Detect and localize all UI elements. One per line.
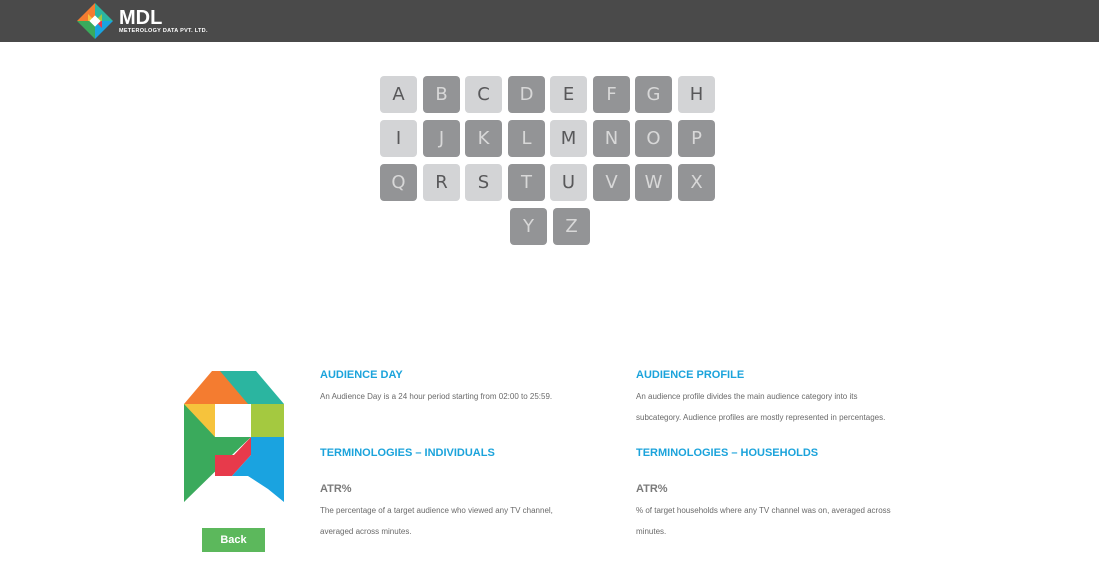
term-sub-individuals: ATR%	[320, 483, 352, 495]
letter-key-k[interactable]: K	[465, 120, 502, 157]
letter-key-q[interactable]: Q	[380, 164, 417, 201]
logo-subtitle: METEROLOGY DATA PVT. LTD.	[119, 27, 208, 34]
letter-key-s[interactable]: S	[465, 164, 502, 201]
letter-key-e[interactable]: E	[550, 76, 587, 113]
term-body-individuals-line1: The percentage of a target audience who …	[320, 506, 553, 515]
letter-key-u[interactable]: U	[550, 164, 587, 201]
letter-key-x[interactable]: X	[678, 164, 715, 201]
term-body-households-line2: minutes.	[636, 527, 667, 536]
letter-key-f[interactable]: F	[593, 76, 630, 113]
term-heading-households: TERMINOLOGIES – HOUSEHOLDS	[636, 447, 819, 459]
letter-key-h[interactable]: H	[678, 76, 715, 113]
letter-key-g[interactable]: G	[635, 76, 672, 113]
letter-key-a[interactable]: A	[380, 76, 417, 113]
back-button[interactable]: Back	[202, 528, 265, 552]
term-heading-audience-profile: AUDIENCE PROFILE	[636, 369, 745, 381]
logo-brand: MDL	[119, 6, 163, 29]
term-body-audience-profile-line1: An audience profile divides the main aud…	[636, 392, 858, 401]
mdl-logo[interactable]: MDL METEROLOGY DATA PVT. LTD.	[77, 3, 208, 39]
letter-key-p[interactable]: P	[678, 120, 715, 157]
term-sub-households: ATR%	[636, 483, 668, 495]
letter-a-illustration	[184, 371, 284, 502]
term-body-households-line1: % of target households where any TV chan…	[636, 506, 891, 515]
letter-key-o[interactable]: O	[635, 120, 672, 157]
letter-key-b[interactable]: B	[423, 76, 460, 113]
term-heading-individuals: TERMINOLOGIES – INDIVIDUALS	[320, 447, 495, 459]
term-body-individuals-line2: averaged across minutes.	[320, 527, 412, 536]
letter-key-i[interactable]: I	[380, 120, 417, 157]
term-heading-audience-day: AUDIENCE DAY	[320, 369, 403, 381]
letter-key-m[interactable]: M	[550, 120, 587, 157]
letter-key-l[interactable]: L	[508, 120, 545, 157]
term-body-audience-profile-line2: subcategory. Audience profiles are mostl…	[636, 413, 886, 422]
letter-key-w[interactable]: W	[635, 164, 672, 201]
letter-key-n[interactable]: N	[593, 120, 630, 157]
letter-key-j[interactable]: J	[423, 120, 460, 157]
term-body-audience-day: An Audience Day is a 24 hour period star…	[320, 392, 553, 401]
letter-key-y[interactable]: Y	[510, 208, 547, 245]
letter-key-v[interactable]: V	[593, 164, 630, 201]
top-header: MDL METEROLOGY DATA PVT. LTD.	[0, 0, 1099, 42]
letter-key-t[interactable]: T	[508, 164, 545, 201]
logo-text: MDL METEROLOGY DATA PVT. LTD.	[119, 8, 208, 35]
letter-key-r[interactable]: R	[423, 164, 460, 201]
logo-diamond-icon	[77, 3, 113, 39]
letter-key-d[interactable]: D	[508, 76, 545, 113]
letter-key-c[interactable]: C	[465, 76, 502, 113]
letter-key-z[interactable]: Z	[553, 208, 590, 245]
